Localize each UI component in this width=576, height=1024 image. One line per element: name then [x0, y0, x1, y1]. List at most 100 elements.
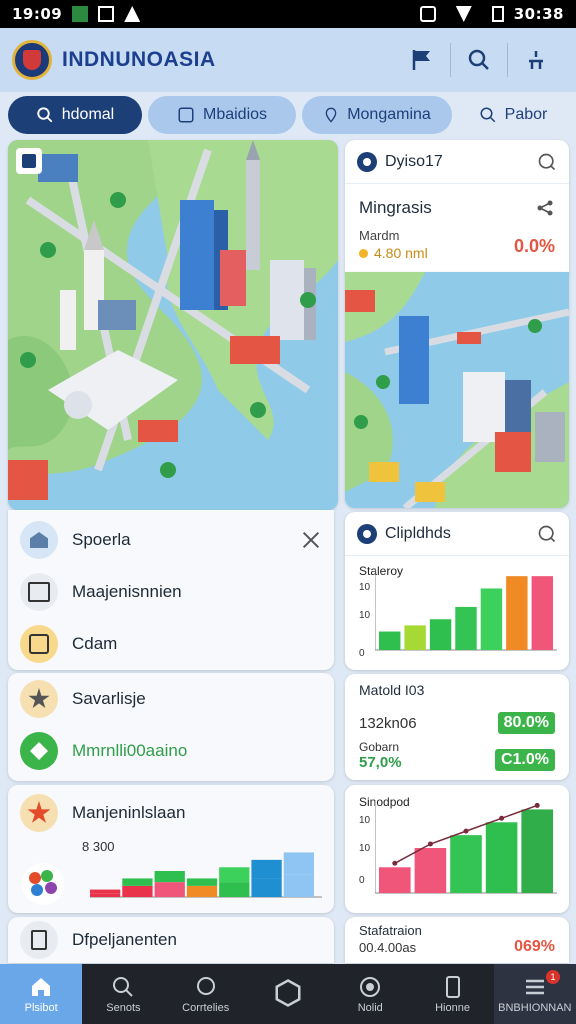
foot-value: 00.4.00as [359, 939, 417, 955]
tab-mbaidios[interactable]: Mbaidios [148, 96, 296, 134]
notification-badge: 1 [546, 970, 560, 984]
nav-label: Nolid [357, 1001, 383, 1014]
settings-icon [529, 51, 543, 69]
flag-button[interactable] [394, 38, 450, 82]
search-icon[interactable] [537, 524, 557, 544]
nav-home[interactable]: Plsibot [0, 964, 83, 1024]
bar-segment [154, 882, 185, 897]
list-item-maajenisnnien[interactable]: Maajenisnnien [8, 566, 334, 618]
search-icon [480, 107, 495, 123]
trend-point [392, 860, 398, 866]
calendar-icon [20, 625, 58, 663]
bar [506, 576, 528, 650]
battery-icon [491, 6, 504, 22]
search-icon [113, 976, 134, 997]
chart-card-1[interactable]: Clipldhds Staleroy 10 10 0 [345, 512, 569, 670]
nav-menu[interactable]: BNBHIONNAN [493, 964, 576, 1024]
bar [521, 809, 553, 893]
nav-label: BNBHIONNAN [498, 1001, 572, 1014]
bar [404, 625, 426, 650]
bar-segment [219, 867, 250, 883]
y-tick: 0 [359, 648, 365, 659]
trend-point [499, 815, 505, 821]
tab-mongamina[interactable]: Mongamina [302, 96, 452, 134]
search-button[interactable] [451, 38, 507, 82]
tab-label: hdomal [61, 106, 115, 123]
tab-hdomal[interactable]: hdomal [8, 96, 142, 134]
app-title: INDNUNOASIA [62, 48, 216, 71]
info-change: 0.0% [513, 235, 555, 256]
nav-label: Hionne [435, 1001, 470, 1014]
list-item-cdam[interactable]: Cdam [8, 618, 334, 670]
nav-device[interactable]: Hionne [411, 964, 493, 1024]
trend-point [534, 802, 540, 808]
menu-button[interactable] [508, 38, 564, 82]
bar [480, 588, 503, 650]
hexagon-icon [275, 978, 301, 1007]
bus-icon [22, 154, 36, 168]
tab-label: Pabor [504, 106, 548, 123]
list-item-dfpeljanenten[interactable]: Dfpeljanenten [8, 917, 334, 963]
bar-segment [283, 874, 314, 897]
bar-segment [90, 893, 121, 897]
tab-label: Mongamina [347, 106, 431, 123]
bar-segment [186, 885, 218, 897]
bar [414, 848, 447, 893]
stats-value-a: 132kn06 [359, 714, 417, 732]
bar-segment [283, 852, 314, 875]
bar-segment [154, 871, 185, 883]
list-item-label: Mmrnlli00aaino [72, 741, 188, 760]
bar [485, 822, 518, 893]
tab-label: Mbaidios [202, 106, 268, 123]
nav-search[interactable]: Senots [82, 964, 164, 1024]
home-icon [32, 977, 51, 996]
foot-card[interactable]: Stafatraion 00.4.00as 069% [345, 917, 569, 963]
bar [455, 606, 477, 650]
emblem-logo-icon [12, 40, 52, 80]
chat-icon [196, 976, 215, 995]
nav-label: Senots [106, 1001, 141, 1014]
share-icon[interactable] [535, 198, 555, 218]
tab-pabor[interactable]: Pabor [458, 96, 568, 134]
list-item-label: Maajenisnnien [72, 582, 182, 601]
nav-shield[interactable] [247, 964, 329, 1024]
stats-pct-b: C1.0% [494, 749, 555, 771]
city-map-side[interactable] [345, 272, 569, 508]
list-card-4: Dfpeljanenten [8, 917, 334, 963]
y-tick: 10 [359, 582, 371, 593]
bottom-navigation: Plsibot Senots Corrtelies Nolid Hionne B… [0, 964, 576, 1024]
list-item-mmrnlli[interactable]: Mmrnlli00aaino [8, 725, 334, 777]
status-bar: 19:09 30:38 [0, 0, 576, 28]
isometric-city-illustration [8, 140, 338, 510]
bar-segment [219, 882, 250, 897]
nav-location[interactable]: Nolid [329, 964, 411, 1024]
close-icon[interactable] [300, 529, 322, 551]
stats-pct-a: 80.0% [497, 712, 555, 734]
nav-chat[interactable]: Corrtelies [165, 964, 247, 1024]
document-icon [20, 921, 58, 959]
list-item-manjeninlslaan[interactable]: Manjeninlslaan [8, 785, 334, 841]
list-item-label: Dfpeljanenten [72, 930, 177, 949]
map-layer-button[interactable] [16, 148, 42, 174]
stats-card[interactable]: Matold I03 132kn06 80.0% Gobarn 57,0% C1… [345, 674, 569, 780]
list-item-savarlisje[interactable]: Savarlisje [8, 673, 334, 725]
bar-line-chart [375, 801, 557, 894]
city-map-main[interactable] [8, 140, 338, 510]
info-card[interactable]: Dyiso17 Mingrasis Mardm 4.80 nml 0.0% [345, 140, 569, 274]
bar-segment [122, 885, 153, 897]
harbor-illustration [345, 272, 569, 508]
list-item-spoerla[interactable]: Spoerla [8, 514, 334, 566]
bar [450, 835, 482, 893]
list-card-2: Savarlisje Mmrnlli00aaino [8, 673, 334, 781]
nav-label: Corrtelies [182, 1001, 230, 1014]
location-icon [360, 976, 381, 997]
foot-pct: 069% [514, 938, 555, 955]
stats-value-b: 57,0% [359, 754, 402, 771]
star-icon [20, 680, 58, 718]
info-title: Mingrasis [359, 198, 432, 217]
search-icon[interactable] [537, 152, 557, 172]
list-item-label: Savarlisje [72, 689, 146, 708]
phone-icon [445, 975, 460, 998]
bar-chart [375, 568, 557, 651]
chart-card-2[interactable]: Sinodpod 10 10 0 [345, 785, 569, 913]
